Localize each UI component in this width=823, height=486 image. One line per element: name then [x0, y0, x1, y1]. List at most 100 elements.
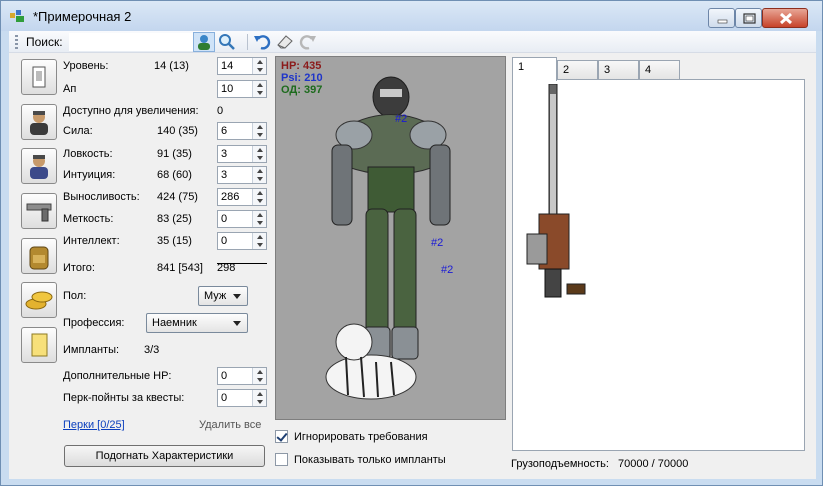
- strength-label: Сила:: [63, 125, 93, 137]
- tab-4[interactable]: 4: [639, 60, 680, 80]
- tab-2[interactable]: 2: [557, 60, 598, 80]
- spin-arrows-icon[interactable]: [252, 146, 266, 162]
- close-button[interactable]: [762, 8, 808, 28]
- side-button-character[interactable]: [21, 104, 57, 140]
- intuition-label: Интуиция:: [63, 169, 116, 181]
- ap-input[interactable]: 10: [221, 83, 233, 95]
- chevron-down-icon: [233, 294, 241, 299]
- delete-all-link[interactable]: Удалить все: [199, 419, 261, 431]
- intuition-input[interactable]: 3: [221, 169, 227, 181]
- side-button-coins[interactable]: [21, 282, 57, 318]
- side-button-character-2[interactable]: [21, 148, 57, 184]
- person-icon: [30, 155, 48, 179]
- carry-label: Грузоподъемность:: [511, 458, 609, 470]
- zoom-button[interactable]: [216, 32, 238, 52]
- spin-arrows-icon[interactable]: [252, 81, 266, 97]
- slot-mark-hand: #2: [441, 264, 454, 276]
- accuracy-value: 83 (25): [157, 213, 192, 225]
- slot-mark-arm: #2: [431, 237, 444, 249]
- intuition-stepper[interactable]: 3: [217, 166, 267, 184]
- eraser-icon: [277, 35, 293, 49]
- character-viewer: HP: 435 Psi: 210 ОД: 397 #2 #2 #2: [275, 56, 506, 420]
- tab-page-1: [512, 79, 805, 451]
- app-icon: [10, 10, 24, 22]
- redo-icon: [299, 35, 316, 50]
- endurance-input[interactable]: 286: [221, 191, 239, 203]
- accuracy-label: Меткость:: [63, 213, 114, 225]
- agility-value: 91 (35): [157, 148, 192, 160]
- minimize-icon: [717, 19, 728, 24]
- agility-input[interactable]: 3: [221, 148, 227, 160]
- fit-stats-button[interactable]: Подогнать Характеристики: [64, 445, 265, 467]
- maximize-button[interactable]: [735, 8, 762, 28]
- window-title: *Примерочная 2: [33, 9, 132, 24]
- search-label: Поиск:: [26, 35, 63, 49]
- gender-select[interactable]: Муж: [198, 286, 248, 306]
- spin-arrows-icon[interactable]: [252, 211, 266, 227]
- endurance-label: Выносливость:: [63, 191, 140, 203]
- extra-hp-input[interactable]: 0: [221, 370, 227, 382]
- spin-arrows-icon[interactable]: [252, 167, 266, 183]
- close-icon: [779, 12, 793, 25]
- endurance-stepper[interactable]: 286: [217, 188, 267, 206]
- maximize-icon: [743, 13, 756, 24]
- spin-arrows-icon[interactable]: [252, 189, 266, 205]
- intellect-input[interactable]: 0: [221, 235, 227, 247]
- intellect-value: 35 (15): [157, 235, 192, 247]
- side-button-weapon[interactable]: [21, 193, 57, 229]
- spin-arrows-icon[interactable]: [252, 123, 266, 139]
- redo-button[interactable]: [298, 32, 320, 52]
- extra-hp-stepper[interactable]: 0: [217, 367, 267, 385]
- tab-3[interactable]: 3: [598, 60, 639, 80]
- strength-input[interactable]: 6: [221, 125, 227, 137]
- intuition-value: 68 (60): [157, 169, 192, 181]
- spin-arrows-icon[interactable]: [252, 58, 266, 74]
- only-implants-checkbox[interactable]: [275, 453, 288, 466]
- armor-figure: [331, 76, 451, 360]
- gender-value: Муж: [204, 290, 227, 302]
- character-figure: [325, 76, 451, 400]
- level-label: Уровень:: [63, 60, 109, 72]
- side-button-notes[interactable]: [21, 327, 57, 363]
- ap-stepper[interactable]: 10: [217, 80, 267, 98]
- carry-value: 70000 / 70000: [618, 458, 689, 470]
- toolbar-separator: [247, 34, 248, 50]
- minimize-button[interactable]: [708, 8, 735, 28]
- ignore-requirements-checkbox[interactable]: [275, 430, 288, 443]
- agility-label: Ловкость:: [63, 148, 113, 160]
- profession-select[interactable]: Наемник: [146, 313, 248, 333]
- intellect-stepper[interactable]: 0: [217, 232, 267, 250]
- title-bar: *Примерочная 2: [1, 1, 822, 31]
- spin-arrows-icon[interactable]: [252, 368, 266, 384]
- search-input[interactable]: [69, 33, 193, 51]
- client-area: Поиск: Уровень: 14 (13) 14 Ап 10 Доступн…: [9, 31, 816, 479]
- total-label: Итого:: [63, 262, 95, 274]
- eraser-button[interactable]: [275, 32, 297, 52]
- tab-1[interactable]: 1: [512, 57, 557, 81]
- character-search-button[interactable]: [193, 32, 215, 52]
- spin-arrows-icon[interactable]: [252, 233, 266, 249]
- toolbar-grip[interactable]: [15, 35, 18, 49]
- undo-icon: [254, 35, 271, 50]
- quest-perks-input[interactable]: 0: [221, 392, 227, 404]
- quest-perks-stepper[interactable]: 0: [217, 389, 267, 407]
- accuracy-input[interactable]: 0: [221, 213, 227, 225]
- level-stepper[interactable]: 14: [217, 57, 267, 75]
- level-input[interactable]: 14: [221, 60, 233, 72]
- undo-button[interactable]: [252, 32, 274, 52]
- extra-hp-label: Дополнительные HP:: [63, 370, 172, 382]
- side-button-slot[interactable]: [21, 59, 57, 95]
- accuracy-stepper[interactable]: 0: [217, 210, 267, 228]
- ignore-requirements-label: Игнорировать требования: [294, 431, 428, 443]
- implants-label: Импланты:: [63, 344, 120, 356]
- pistol-icon: [26, 203, 52, 222]
- strength-stepper[interactable]: 6: [217, 122, 267, 140]
- only-implants-label: Показывать только импланты: [294, 454, 446, 466]
- perks-link[interactable]: Перки [0/25]: [63, 419, 125, 431]
- total-extra: 298: [217, 262, 236, 274]
- note-icon: [31, 333, 48, 357]
- side-button-backpack[interactable]: [21, 238, 57, 274]
- agility-stepper[interactable]: 3: [217, 145, 267, 163]
- spin-arrows-icon[interactable]: [252, 390, 266, 406]
- slot-icon: [32, 66, 46, 88]
